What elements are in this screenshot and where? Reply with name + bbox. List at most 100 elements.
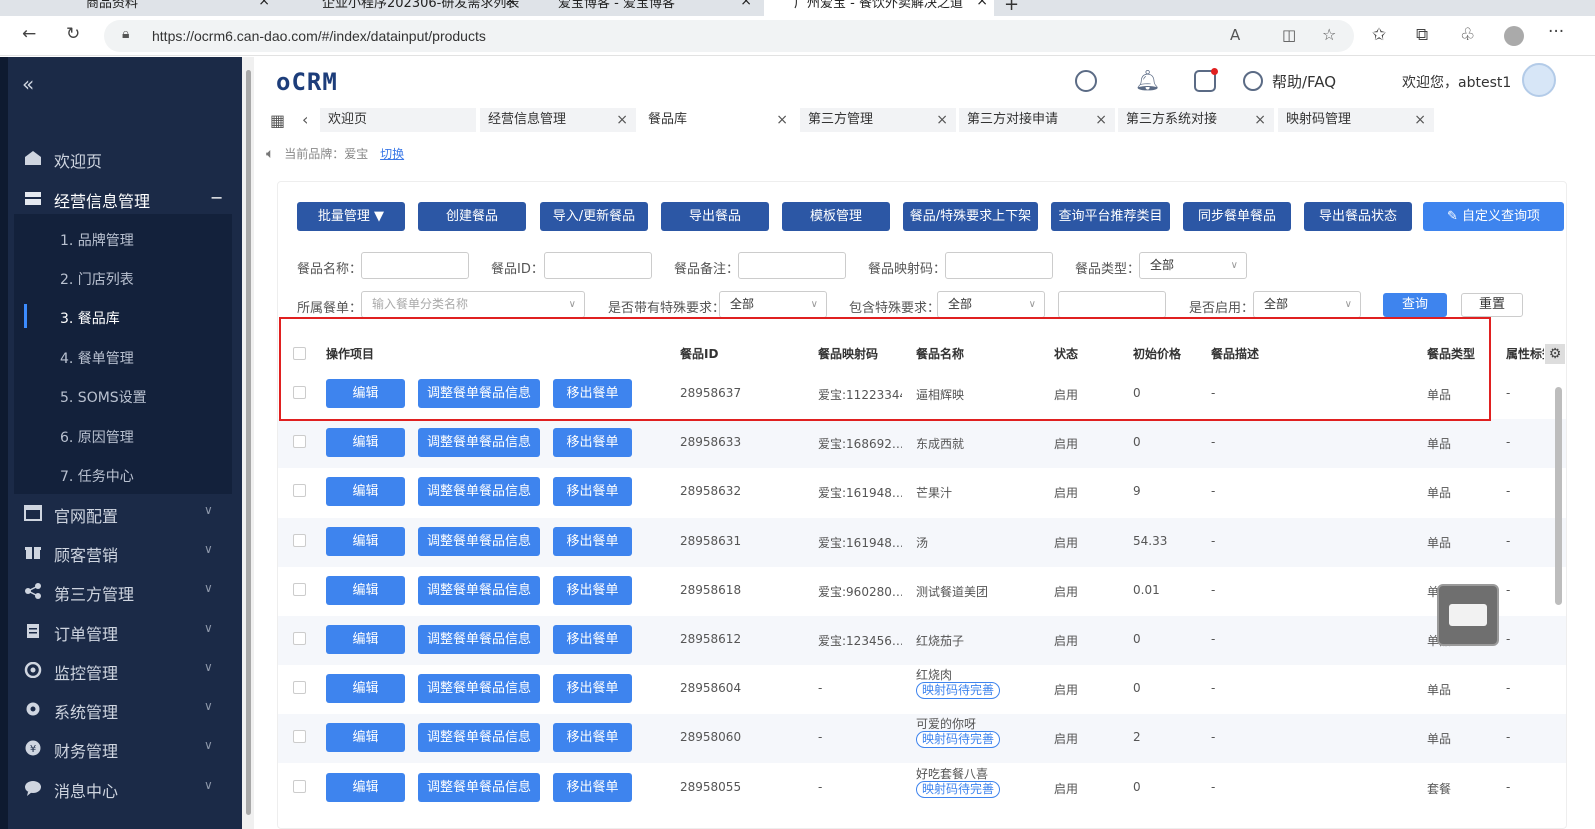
close-icon[interactable]: ×	[936, 108, 948, 132]
help-link[interactable]: 帮助/FAQ	[1272, 71, 1336, 92]
tab-third-party[interactable]: 第三方管理 ×	[800, 108, 956, 132]
adjust-menu-product-button[interactable]: 调整餐单餐品信息	[418, 477, 540, 506]
sync-menu-button[interactable]: 同步餐单餐品	[1183, 202, 1291, 231]
edit-button[interactable]: 编辑	[326, 625, 405, 654]
remove-from-menu-button[interactable]: 移出餐单	[553, 527, 632, 556]
tab-third-party-system[interactable]: 第三方系统对接 ×	[1118, 108, 1274, 132]
edit-button[interactable]: 编辑	[326, 477, 405, 506]
back-icon[interactable]: ←	[22, 24, 36, 44]
browser-tab[interactable]: 爱宝博客 - 爱宝博客 ×	[528, 0, 758, 16]
remove-from-menu-button[interactable]: 移出餐单	[553, 674, 632, 703]
filter-id-input[interactable]	[544, 252, 652, 279]
favorite-star-icon[interactable]: ☆	[1322, 25, 1336, 44]
edit-button[interactable]: 编辑	[326, 527, 405, 556]
row-checkbox[interactable]	[293, 632, 306, 645]
edit-button[interactable]: 编辑	[326, 674, 405, 703]
edit-button[interactable]: 编辑	[326, 576, 405, 605]
tab-business[interactable]: 经营信息管理 ×	[480, 108, 636, 132]
shelf-toggle-button[interactable]: 餐品/特殊要求上下架	[903, 202, 1038, 231]
tab-third-party-apply[interactable]: 第三方对接申请 ×	[959, 108, 1115, 132]
query-categories-button[interactable]: 查询平台推荐类目	[1051, 202, 1170, 231]
close-icon[interactable]: ×	[740, 0, 752, 8]
double-chevron-left-icon[interactable]: «	[22, 72, 34, 96]
submenu-item-products[interactable]: 3. 餐品库	[60, 308, 120, 328]
edit-button[interactable]: 编辑	[326, 723, 405, 752]
row-checkbox[interactable]	[293, 534, 306, 547]
close-icon[interactable]: ×	[1414, 108, 1426, 132]
row-checkbox[interactable]	[293, 435, 306, 448]
submenu-item-menus[interactable]: 4. 餐单管理	[60, 348, 134, 368]
row-checkbox[interactable]	[293, 583, 306, 596]
filter-contains-input[interactable]	[1058, 291, 1166, 318]
profile-icon[interactable]	[1504, 26, 1524, 46]
tab-welcome[interactable]: 欢迎页	[320, 108, 476, 132]
keyboard-icon[interactable]	[1437, 584, 1499, 646]
read-aloud-icon[interactable]: A	[1230, 26, 1240, 44]
grid-menu-icon[interactable]: ▦	[270, 111, 285, 130]
adjust-menu-product-button[interactable]: 调整餐单餐品信息	[418, 773, 540, 802]
chevron-left-icon[interactable]: ‹	[302, 110, 308, 129]
template-manage-button[interactable]: 模板管理	[782, 202, 890, 231]
help-icon[interactable]	[1243, 71, 1263, 91]
collapse-minus-icon[interactable]: −	[210, 188, 223, 207]
filter-menu-select[interactable]: 输入餐单分类名称 ∨	[361, 291, 585, 318]
export-status-button[interactable]: 导出餐品状态	[1304, 202, 1412, 231]
remove-from-menu-button[interactable]: 移出餐单	[553, 625, 632, 654]
submenu-item-stores[interactable]: 2. 门店列表	[60, 269, 134, 289]
adjust-menu-product-button[interactable]: 调整餐单餐品信息	[418, 576, 540, 605]
adjust-menu-product-button[interactable]: 调整餐单餐品信息	[418, 625, 540, 654]
split-view-icon[interactable]: ◫	[1282, 26, 1296, 44]
reload-icon[interactable]: ↻	[66, 24, 80, 44]
collections-icon[interactable]: ⧉	[1416, 25, 1428, 45]
reset-button[interactable]: 重置	[1461, 293, 1523, 317]
filter-special-select[interactable]: 全部 ∨	[719, 291, 827, 318]
filter-enabled-select[interactable]: 全部 ∨	[1253, 291, 1361, 318]
adjust-menu-product-button[interactable]: 调整餐单餐品信息	[418, 674, 540, 703]
batch-manage-button[interactable]: 批量管理 ▼	[297, 202, 405, 231]
remove-from-menu-button[interactable]: 移出餐单	[553, 576, 632, 605]
filter-note-input[interactable]	[738, 252, 846, 279]
create-product-button[interactable]: 创建餐品	[418, 202, 526, 231]
row-checkbox[interactable]	[293, 780, 306, 793]
refresh-icon[interactable]	[1194, 68, 1218, 92]
submenu-item-soms[interactable]: 5. SOMS设置	[60, 387, 147, 407]
close-icon[interactable]: ×	[1254, 108, 1266, 132]
extensions-icon[interactable]: ♧	[1460, 25, 1475, 45]
submenu-item-tasks[interactable]: 7. 任务中心	[60, 466, 134, 486]
table-scrollbar[interactable]	[1555, 387, 1562, 605]
adjust-menu-product-button[interactable]: 调整餐单餐品信息	[418, 527, 540, 556]
remove-from-menu-button[interactable]: 移出餐单	[553, 773, 632, 802]
export-products-button[interactable]: 导出餐品	[661, 202, 769, 231]
close-icon[interactable]: ×	[504, 0, 516, 8]
tab-mapping-codes[interactable]: 映射码管理 ×	[1278, 108, 1434, 132]
filter-type-select[interactable]: 全部 ∨	[1139, 252, 1247, 279]
switch-brand-link[interactable]: 切换	[380, 147, 404, 161]
submenu-item-brand[interactable]: 1. 品牌管理	[60, 230, 134, 250]
remove-from-menu-button[interactable]: 移出餐单	[553, 723, 632, 752]
close-icon[interactable]: ×	[1095, 108, 1107, 132]
close-icon[interactable]: ×	[616, 108, 628, 132]
row-checkbox[interactable]	[293, 484, 306, 497]
filter-map-input[interactable]	[945, 252, 1053, 279]
browser-tab-active[interactable]: 广州爱宝 - 餐饮外卖解决之道 ×	[764, 0, 994, 16]
avatar[interactable]	[1522, 63, 1556, 97]
adjust-menu-product-button[interactable]: 调整餐单餐品信息	[418, 428, 540, 457]
filter-name-input[interactable]	[361, 252, 469, 279]
close-icon[interactable]: ×	[976, 0, 988, 8]
gear-icon[interactable]: ⚙	[1545, 344, 1565, 364]
bell-icon[interactable]: 🔔︎	[1135, 68, 1160, 92]
remove-from-menu-button[interactable]: 移出餐单	[553, 428, 632, 457]
close-icon[interactable]: ×	[776, 108, 788, 132]
adjust-menu-product-button[interactable]: 调整餐单餐品信息	[418, 723, 540, 752]
row-checkbox[interactable]	[293, 730, 306, 743]
filter-contains-select[interactable]: 全部 ∨	[937, 291, 1045, 318]
new-tab-icon[interactable]: +	[1004, 0, 1019, 15]
tab-products[interactable]: 餐品库 ×	[640, 108, 796, 132]
more-icon[interactable]: ···	[1548, 22, 1564, 42]
close-icon[interactable]: ×	[258, 0, 270, 8]
favorites-icon[interactable]: ✩	[1372, 25, 1386, 45]
monitor-pulse-icon[interactable]	[1075, 70, 1097, 92]
url-box[interactable]: 🔒︎ https://ocrm6.can-dao.com/#/index/dat…	[104, 20, 1354, 52]
lock-icon[interactable]: 🔒︎	[122, 26, 129, 42]
edit-button[interactable]: 编辑	[326, 773, 405, 802]
